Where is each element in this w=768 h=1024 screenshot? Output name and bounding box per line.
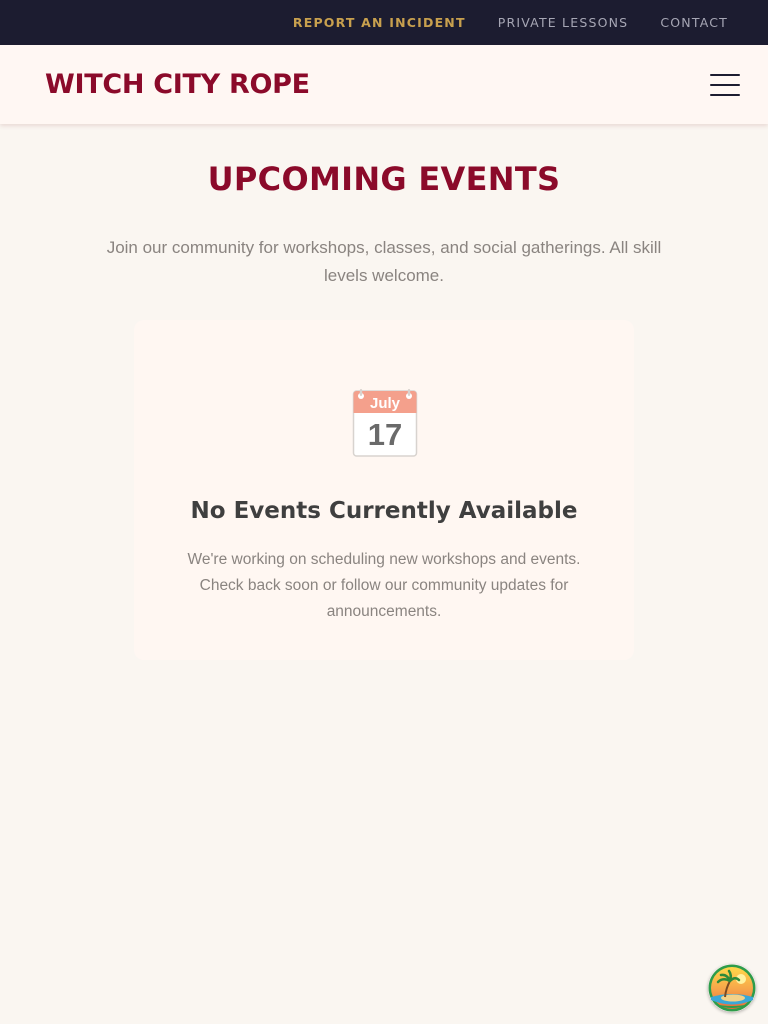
hamburger-menu-icon[interactable] — [710, 73, 740, 96]
utility-nav: REPORT AN INCIDENT PRIVATE LESSONS CONTA… — [0, 0, 768, 45]
calendar-day: 17 — [368, 417, 402, 452]
calendar-month: July — [370, 395, 401, 412]
palm-tree-island-icon[interactable] — [708, 964, 756, 1012]
intro-text: Join our community for workshops, classe… — [106, 238, 662, 285]
empty-state-title: No Events Currently Available — [190, 498, 578, 524]
empty-state-message: We're working on scheduling new workshop… — [187, 551, 581, 620]
private-lessons-link[interactable]: PRIVATE LESSONS — [498, 15, 629, 30]
report-incident-link[interactable]: REPORT AN INCIDENT — [293, 15, 466, 30]
page-title: UPCOMING EVENTS — [207, 160, 561, 198]
calendar-icon: July 17 — [352, 389, 418, 457]
site-logo[interactable]: WITCH CITY ROPE — [45, 69, 310, 100]
site-header: WITCH CITY ROPE — [0, 45, 768, 124]
contact-link[interactable]: CONTACT — [660, 15, 728, 30]
empty-state-card: July 17 No Events Currently Available We… — [134, 320, 634, 660]
events-hero: UPCOMING EVENTS Join our community for w… — [0, 124, 768, 290]
